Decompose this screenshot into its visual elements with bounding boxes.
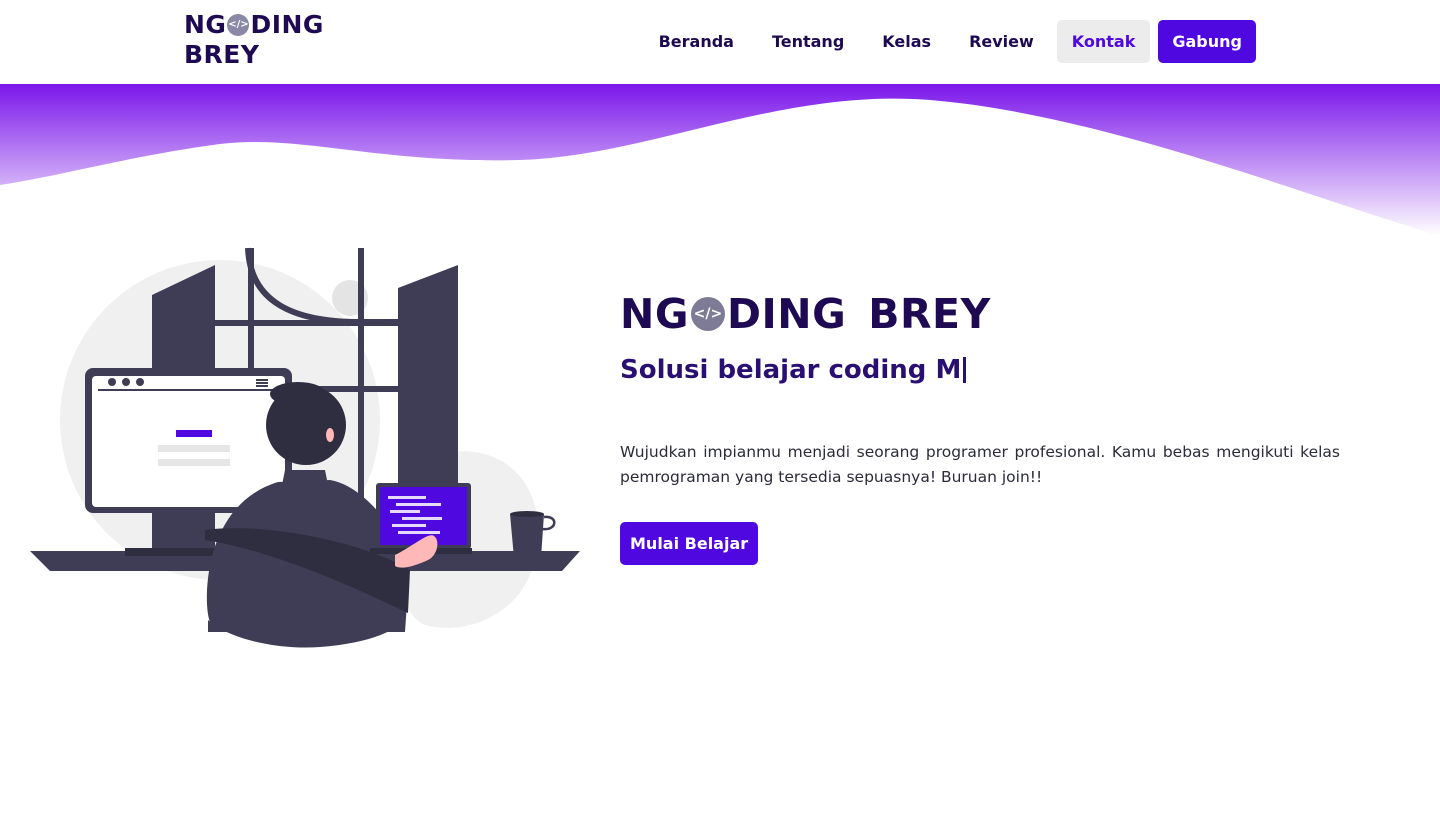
hero-title-mid: DING <box>726 290 847 338</box>
brand-logo-line2: BREY <box>184 40 260 69</box>
hero-title-word2: BREY <box>868 290 991 338</box>
hero-illustration <box>30 247 580 648</box>
nav-item-review[interactable]: Review <box>954 20 1049 63</box>
typing-caret <box>963 357 967 383</box>
nav-item-kontak[interactable]: Kontak <box>1056 20 1151 63</box>
start-learning-button[interactable]: Mulai Belajar <box>620 521 759 565</box>
nav-item-kelas[interactable]: Kelas <box>867 20 946 63</box>
hero-description: Wujudkan impianmu menjadi seorang progra… <box>620 443 1340 486</box>
hero-subtitle-text: Solusi belajar coding M <box>620 355 962 385</box>
code-icon: </> <box>690 297 725 331</box>
nav-menu: Beranda Tentang Kelas Review Kontak Gabu… <box>644 20 1256 63</box>
join-button[interactable]: Gabung <box>1158 20 1256 63</box>
hero-wave-background <box>0 84 1440 236</box>
hero-title: NG </> DING BREY <box>620 286 1340 342</box>
hero-subtitle: Solusi belajar coding M <box>620 352 1340 388</box>
coffee-mug-icon <box>510 511 556 558</box>
brand-logo[interactable]: NG </> DING BREY <box>184 10 324 70</box>
brand-logo-prefix: NG <box>184 10 227 39</box>
code-icon: </> <box>227 14 250 36</box>
nav-item-beranda[interactable]: Beranda <box>644 20 749 63</box>
brand-logo-suffix: DING <box>250 10 324 39</box>
hero-section: NG </> DING BREY Solusi belajar coding M… <box>620 286 1340 565</box>
hero-title-prefix: NG <box>620 290 689 338</box>
navbar: NG </> DING BREY Beranda Tentang Kelas R… <box>0 0 1440 84</box>
nav-item-tentang[interactable]: Tentang <box>757 20 859 63</box>
